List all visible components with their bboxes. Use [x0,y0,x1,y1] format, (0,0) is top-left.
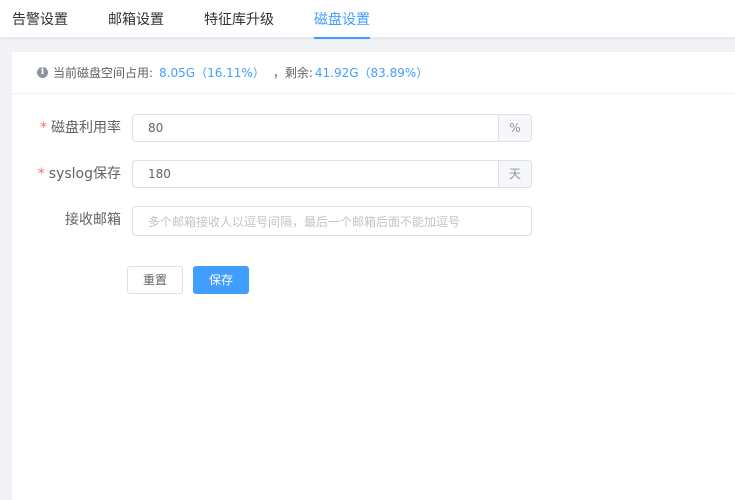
receive-email-placeholder: 多个邮箱接收人以逗号间隔，最后一个邮箱后面不能加逗号 [148,214,461,229]
disk-free-separator: ，剩余: [272,66,313,80]
tab-email-settings[interactable]: 邮箱设置 [108,0,164,38]
syslog-retention-label: * syslog保存 [37,166,121,182]
disk-usage-info: i 当前磁盘空间占用: 8.05G（16.11%） ，剩余: 41.92G（83… [12,52,735,94]
tab-disk-settings[interactable]: 磁盘设置 [314,0,370,39]
disk-free-value: 41.92G（83.89%） [314,66,429,80]
usage-rate-input[interactable]: 80 % [132,114,532,142]
reset-button[interactable]: 重置 [127,266,183,294]
required-mark: * [37,166,45,182]
tab-alarm-settings[interactable]: 告警设置 [12,0,68,38]
settings-tabs: 告警设置 邮箱设置 特征库升级 磁盘设置 [0,0,735,39]
usage-rate-row: * 磁盘利用率 80 % [12,114,735,142]
disk-usage-prefix: 当前磁盘空间占用: [53,66,154,80]
usage-rate-label: * 磁盘利用率 [40,120,121,136]
receive-email-input[interactable]: 多个邮箱接收人以逗号间隔，最后一个邮箱后面不能加逗号 [132,206,532,236]
tab-signature-upgrade[interactable]: 特征库升级 [204,0,274,38]
disk-settings-panel: i 当前磁盘空间占用: 8.05G（16.11%） ，剩余: 41.92G（83… [12,52,735,500]
receive-email-label: 接收邮箱 [65,212,121,228]
days-unit: 天 [498,161,531,187]
save-button[interactable]: 保存 [193,266,249,294]
disk-used-value: 8.05G（16.11%） [159,66,265,80]
receive-email-row: 接收邮箱 多个邮箱接收人以逗号间隔，最后一个邮箱后面不能加逗号 [12,206,735,236]
required-mark: * [40,120,47,136]
syslog-retention-input[interactable]: 180 天 [132,160,532,188]
syslog-retention-row: * syslog保存 180 天 [12,160,735,188]
info-icon: i [37,67,48,78]
percent-unit: % [498,115,531,141]
